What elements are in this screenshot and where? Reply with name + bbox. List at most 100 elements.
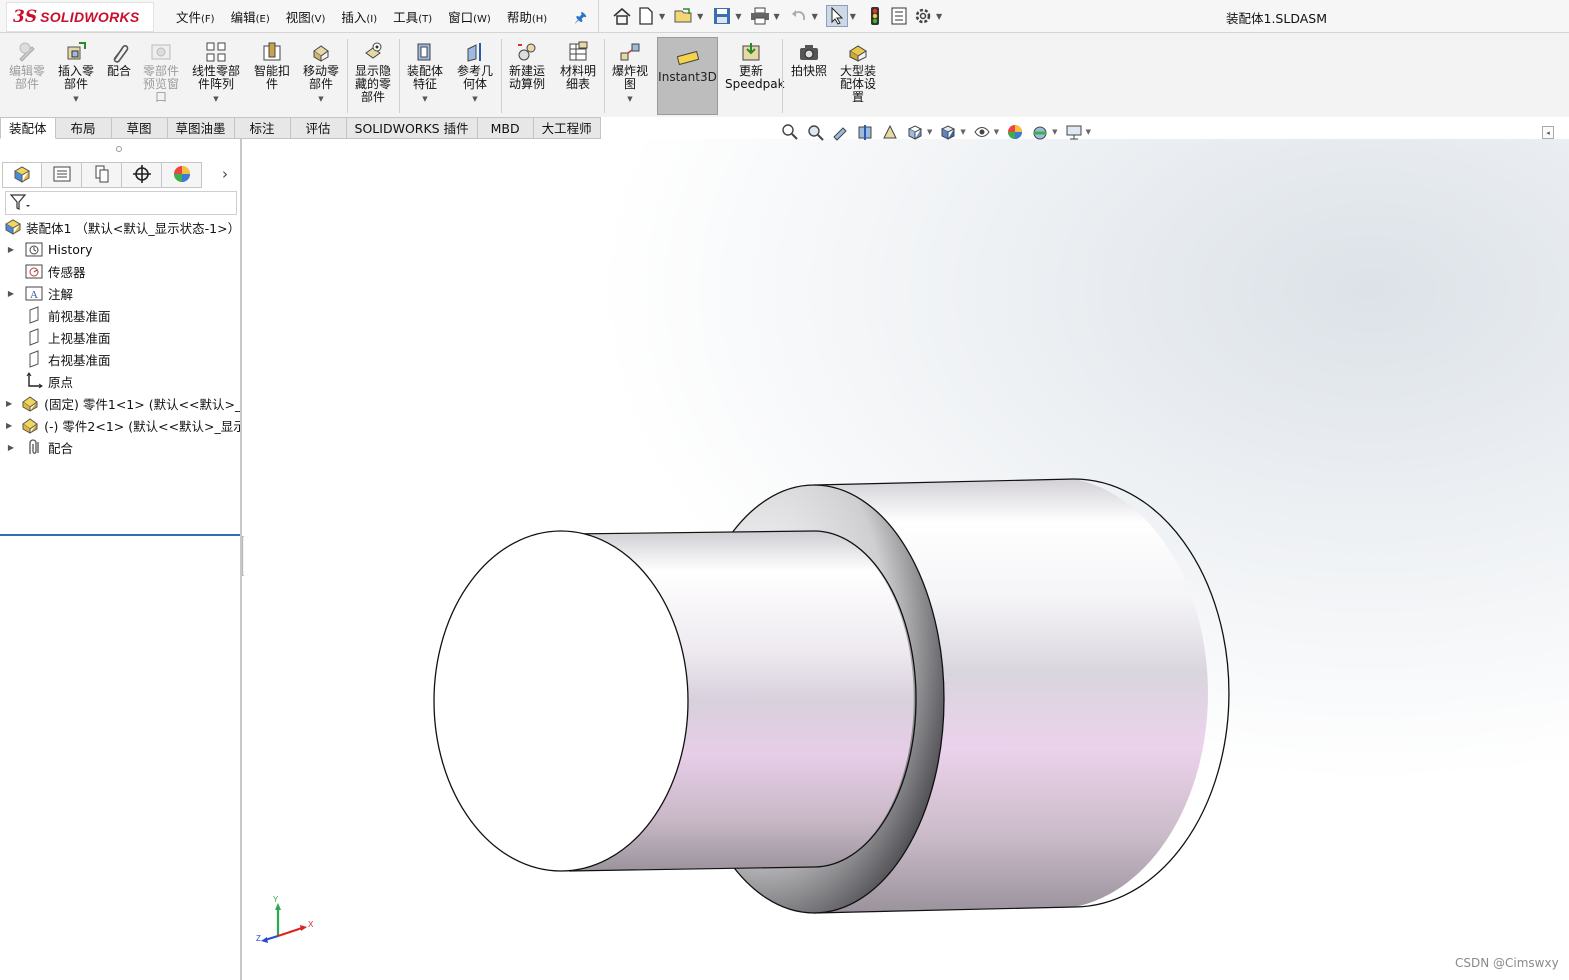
exploded-view-button[interactable]: 爆炸视图 ▼ [607, 39, 653, 115]
tab-layout[interactable]: 布局 [55, 117, 112, 139]
undo-icon[interactable] [788, 5, 810, 27]
section-view-icon[interactable] [855, 122, 875, 142]
tab-sketch[interactable]: 草图 [111, 117, 168, 139]
large-assembly-settings-button[interactable]: 大型装配体设置 [835, 39, 881, 115]
chevron-down-icon[interactable]: ▼ [1086, 128, 1091, 136]
display-style-icon[interactable] [938, 122, 958, 142]
previous-view-icon[interactable] [830, 122, 850, 142]
mate-button[interactable]: 配合 [102, 39, 136, 115]
options-gear-icon[interactable] [912, 5, 934, 27]
chevron-down-icon[interactable]: ▼ [607, 93, 653, 106]
new-file-icon[interactable] [635, 5, 657, 27]
chevron-down-icon[interactable]: ▼ [936, 12, 942, 21]
open-folder-icon[interactable] [673, 5, 695, 27]
expand-arrow-icon[interactable]: ▶ [6, 421, 12, 430]
tree-item-part1[interactable]: ▶ (固定) 零件1<1> (默认<<默认>_显示状态 1>) [0, 392, 240, 414]
pane-grip-handle[interactable] [116, 146, 122, 152]
expand-arrow-icon[interactable]: ▶ [6, 443, 16, 452]
apply-scene-icon[interactable] [1030, 122, 1050, 142]
view-settings-icon[interactable] [1064, 122, 1084, 142]
expand-arrow-icon[interactable]: ▶ [6, 289, 16, 298]
tab-assembly[interactable]: 装配体 [0, 117, 56, 139]
menu-help[interactable]: 帮助(H) [507, 7, 547, 26]
tab-mbd[interactable]: MBD [477, 117, 534, 139]
assembly-features-button[interactable]: 装配体特征 ▼ [402, 39, 448, 115]
tab-configuration-manager[interactable] [82, 162, 122, 188]
zoom-to-area-icon[interactable] [805, 122, 825, 142]
chevron-down-icon[interactable]: ▼ [994, 128, 999, 136]
select-pointer-icon[interactable] [825, 5, 848, 27]
tab-property-manager[interactable] [42, 162, 82, 188]
tree-item-annotations[interactable]: ▶ A 注解 [0, 282, 240, 304]
view-orientation-icon[interactable] [905, 122, 925, 142]
tree-item-origin[interactable]: 原点 [0, 370, 240, 392]
expand-arrow-icon[interactable]: ▶ [6, 245, 16, 254]
chevron-down-icon[interactable]: ▼ [54, 93, 98, 106]
graphics-area[interactable] [244, 139, 1569, 980]
tab-evaluate[interactable]: 评估 [290, 117, 347, 139]
tree-item-top-plane[interactable]: 上视基准面 [0, 326, 240, 348]
menu-view[interactable]: 视图(V) [286, 7, 326, 26]
menu-window[interactable]: 窗口(W) [448, 7, 491, 26]
pin-menu-icon[interactable]: 🖈 [574, 7, 587, 31]
chevron-down-icon[interactable]: ▼ [659, 12, 665, 21]
chevron-down-icon[interactable]: ▼ [188, 93, 244, 106]
chevron-down-icon[interactable]: ▼ [850, 12, 856, 21]
new-motion-study-button[interactable]: 新建运动算例 [504, 39, 550, 115]
bom-button[interactable]: 材料明细表 [556, 39, 600, 115]
tree-item-right-plane[interactable]: 右视基准面 [0, 348, 240, 370]
chevron-down-icon[interactable]: ▼ [735, 12, 741, 21]
dynamic-annotation-icon[interactable] [880, 122, 900, 142]
smart-fasteners-button[interactable]: 智能扣件 [250, 39, 294, 115]
tab-display-manager[interactable] [162, 162, 202, 188]
print-icon[interactable] [749, 5, 771, 27]
chevron-down-icon[interactable]: ▼ [402, 93, 448, 106]
tree-root-assembly[interactable]: 装配体1 （默认<默认_显示状态-1>） [0, 216, 240, 238]
tree-item-part2[interactable]: ▶ (-) 零件2<1> (默认<<默认>_显示状态 1>) [0, 414, 240, 436]
show-hidden-components-button[interactable]: 显示隐藏的零部件 [350, 39, 396, 115]
chevron-down-icon[interactable]: ▼ [773, 12, 779, 21]
tab-sketch-ink[interactable]: 草图油墨 [167, 117, 235, 139]
chevron-right-icon[interactable]: › [222, 165, 228, 183]
reference-geometry-button[interactable]: 参考几何体 ▼ [452, 39, 498, 115]
tree-item-history[interactable]: ▶ History [0, 238, 240, 260]
tab-markup[interactable]: 标注 [234, 117, 291, 139]
chevron-down-icon[interactable]: ▼ [960, 128, 965, 136]
chevron-down-icon[interactable]: ▼ [697, 12, 703, 21]
rollback-bar[interactable] [0, 534, 240, 536]
edit-component-button[interactable]: 编辑零部件 [6, 39, 48, 115]
menu-tools[interactable]: 工具(T) [393, 7, 432, 26]
zoom-to-fit-icon[interactable] [780, 122, 800, 142]
menu-edit[interactable]: 编辑(E) [231, 7, 270, 26]
save-icon[interactable] [711, 5, 733, 27]
tree-item-front-plane[interactable]: 前视基准面 [0, 304, 240, 326]
assembly-model-view[interactable] [244, 139, 1569, 980]
chevron-down-icon[interactable]: ▼ [812, 12, 818, 21]
hide-show-items-icon[interactable] [972, 122, 992, 142]
tree-filter[interactable] [5, 191, 237, 215]
tab-dimxpert-manager[interactable] [122, 162, 162, 188]
file-properties-icon[interactable] [888, 5, 910, 27]
tab-custom[interactable]: 大工程师 [533, 117, 601, 139]
menu-file[interactable]: 文件(F) [176, 7, 215, 26]
tree-item-mates[interactable]: ▶ 配合 [0, 436, 240, 458]
tab-solidworks-addins[interactable]: SOLIDWORKS 插件 [346, 117, 478, 139]
rebuild-traffic-light-icon[interactable] [864, 5, 886, 27]
home-icon[interactable] [611, 5, 633, 27]
chevron-down-icon[interactable]: ▼ [298, 93, 344, 106]
move-component-button[interactable]: 移动零部件 ▼ [298, 39, 344, 115]
update-speedpak-button[interactable]: 更新 Speedpak [725, 39, 785, 115]
chevron-down-icon[interactable]: ▼ [927, 128, 932, 136]
edit-appearance-icon[interactable] [1005, 122, 1025, 142]
instant3d-button[interactable]: Instant3D [657, 37, 718, 115]
expand-arrow-icon[interactable]: ▶ [6, 399, 12, 408]
tree-item-sensors[interactable]: 传感器 [0, 260, 240, 282]
component-preview-button[interactable]: 零部件预览窗口 [140, 39, 182, 115]
chevron-down-icon[interactable]: ▼ [452, 93, 498, 106]
menu-insert[interactable]: 插入(I) [341, 7, 377, 26]
solidworks-logo[interactable]: 3S SOLIDWORKS [6, 2, 154, 32]
linear-pattern-button[interactable]: 线性零部件阵列 ▼ [188, 39, 244, 115]
chevron-down-icon[interactable]: ▼ [1052, 128, 1057, 136]
task-pane-collapse-icon[interactable]: ◂ [1542, 126, 1554, 139]
tab-feature-manager[interactable] [2, 162, 42, 188]
